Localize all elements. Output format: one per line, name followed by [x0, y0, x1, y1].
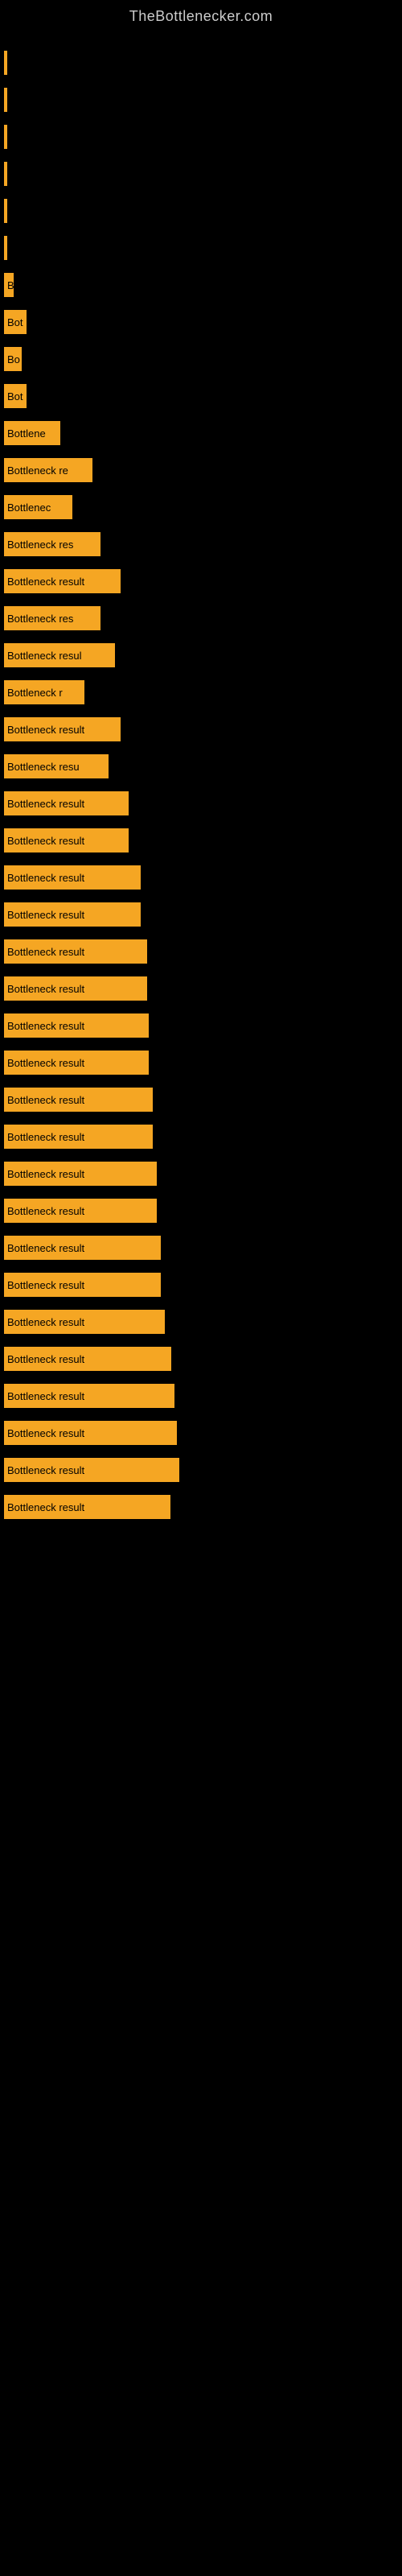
- bar-row: Bottleneck result: [4, 1452, 402, 1488]
- bar-row: Bottlenec: [4, 489, 402, 525]
- bottleneck-bar: Bottleneck result: [4, 865, 141, 890]
- bottleneck-bar: Bottleneck r: [4, 680, 84, 704]
- bar-row: Bottleneck r: [4, 675, 402, 710]
- bottleneck-bar: Bottlene: [4, 421, 60, 445]
- bottleneck-bar: [4, 88, 7, 112]
- bottleneck-bar: Bottleneck result: [4, 1458, 179, 1482]
- bar-row: Bottleneck result: [4, 1304, 402, 1340]
- bottleneck-bar: Bottleneck resul: [4, 643, 115, 667]
- bottleneck-bar: Bottleneck result: [4, 976, 147, 1001]
- bottleneck-bar: Bottleneck result: [4, 1088, 153, 1112]
- bottleneck-bar: Bottleneck result: [4, 791, 129, 815]
- bottleneck-bar: Bottleneck result: [4, 717, 121, 741]
- bar-row: Bo: [4, 341, 402, 377]
- bottleneck-bar: Bottleneck result: [4, 569, 121, 593]
- bottleneck-bar: Bottleneck result: [4, 1384, 174, 1408]
- bar-row: Bottleneck result: [4, 1341, 402, 1377]
- bar-row: Bot: [4, 304, 402, 340]
- bar-row: Bottleneck result: [4, 1489, 402, 1525]
- bar-row: [4, 156, 402, 192]
- bottleneck-bar: Bottleneck result: [4, 1236, 161, 1260]
- bottleneck-bar: Bot: [4, 310, 27, 334]
- bar-row: B: [4, 267, 402, 303]
- bar-row: Bottleneck result: [4, 1193, 402, 1228]
- bottleneck-bar: Bottleneck result: [4, 902, 141, 927]
- bar-row: Bottleneck re: [4, 452, 402, 488]
- bottleneck-bar: Bottleneck result: [4, 1347, 171, 1371]
- bottleneck-bar: Bottleneck result: [4, 1051, 149, 1075]
- bottleneck-bar: Bottleneck re: [4, 458, 92, 482]
- bottleneck-bar: [4, 51, 7, 75]
- bar-row: Bottleneck result: [4, 1008, 402, 1043]
- site-title: TheBottlenecker.com: [0, 0, 402, 29]
- bottleneck-bar: Bottleneck result: [4, 1162, 157, 1186]
- bar-row: Bottleneck res: [4, 601, 402, 636]
- bottleneck-bar: Bottleneck result: [4, 1013, 149, 1038]
- bottleneck-bar: Bottleneck result: [4, 828, 129, 852]
- bottleneck-bar: Bottleneck resu: [4, 754, 109, 778]
- bar-row: [4, 119, 402, 155]
- bar-row: Bottleneck result: [4, 934, 402, 969]
- bottleneck-bar: Bo: [4, 347, 22, 371]
- bar-row: Bottleneck result: [4, 564, 402, 599]
- bar-row: [4, 45, 402, 80]
- bottleneck-bar: [4, 162, 7, 186]
- bottleneck-bar: Bottleneck result: [4, 1310, 165, 1334]
- bar-row: Bottleneck result: [4, 1119, 402, 1154]
- bar-row: [4, 82, 402, 118]
- bottleneck-bar: Bottleneck res: [4, 532, 100, 556]
- bar-row: Bottleneck result: [4, 1267, 402, 1302]
- bar-row: Bottlene: [4, 415, 402, 451]
- bar-row: Bottleneck result: [4, 1045, 402, 1080]
- bottleneck-bar: Bottleneck result: [4, 1273, 161, 1297]
- bar-row: Bottleneck result: [4, 897, 402, 932]
- bottleneck-bar: [4, 125, 7, 149]
- bar-row: Bottleneck result: [4, 1415, 402, 1451]
- bottleneck-bar: Bottleneck result: [4, 1421, 177, 1445]
- bar-row: [4, 230, 402, 266]
- bar-row: Bottleneck result: [4, 823, 402, 858]
- bar-row: Bottleneck result: [4, 1230, 402, 1265]
- bottleneck-bar: Bottleneck result: [4, 1125, 153, 1149]
- bar-row: Bottleneck result: [4, 712, 402, 747]
- bottleneck-bar: [4, 199, 7, 223]
- bottleneck-bar: Bottleneck result: [4, 1495, 170, 1519]
- bottleneck-bar: Bottleneck result: [4, 939, 147, 964]
- bottleneck-bar: Bot: [4, 384, 27, 408]
- bottleneck-bar: Bottlenec: [4, 495, 72, 519]
- bar-row: [4, 193, 402, 229]
- bottleneck-bar: [4, 236, 7, 260]
- bar-row: Bottleneck result: [4, 786, 402, 821]
- bar-row: Bottleneck resu: [4, 749, 402, 784]
- bar-row: Bottleneck result: [4, 971, 402, 1006]
- bottleneck-bar: Bottleneck result: [4, 1199, 157, 1223]
- bar-row: Bottleneck res: [4, 526, 402, 562]
- bottleneck-bar: Bottleneck res: [4, 606, 100, 630]
- bar-row: Bottleneck result: [4, 860, 402, 895]
- bottleneck-bar: B: [4, 273, 14, 297]
- bar-row: Bottleneck result: [4, 1156, 402, 1191]
- bar-row: Bot: [4, 378, 402, 414]
- bar-row: Bottleneck result: [4, 1378, 402, 1414]
- bar-row: Bottleneck resul: [4, 638, 402, 673]
- bars-container: B Bot Bo Bot Bottlene Bottleneck re Bottlenec B…: [0, 29, 402, 1534]
- bar-row: Bottleneck result: [4, 1082, 402, 1117]
